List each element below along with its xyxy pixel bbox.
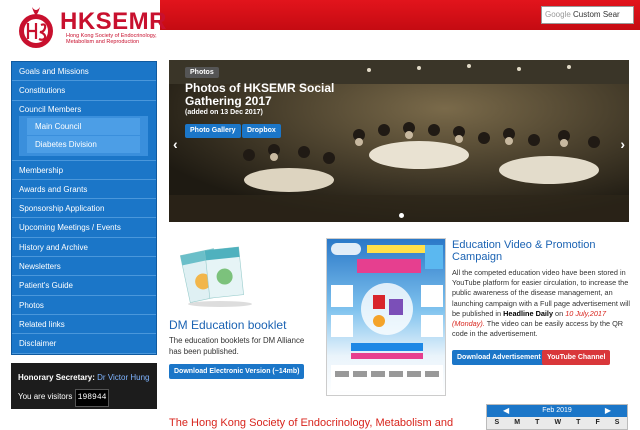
- sidebar-subitem-diabetes-division[interactable]: Diabetes Division: [27, 135, 140, 153]
- calendar-month: Feb 2019: [542, 407, 572, 414]
- education-description: All the competed education video have be…: [452, 268, 632, 339]
- weekday: S: [614, 419, 620, 426]
- carousel-next-icon[interactable]: ›: [620, 136, 625, 152]
- sidebar-item-awards[interactable]: Awards and Grants: [12, 180, 156, 200]
- calendar-header: ◀ Feb 2019 ▶: [487, 405, 627, 417]
- search-placeholder: Custom Sear: [573, 10, 620, 19]
- visitors-row: You are visitors 198944: [18, 388, 150, 407]
- sidebar-item-newsletters[interactable]: Newsletters: [12, 257, 156, 277]
- sidebar-item-patients-guide[interactable]: Patient's Guide: [12, 276, 156, 296]
- sidebar-item-related-links[interactable]: Related links: [12, 315, 156, 335]
- booklet-image: [180, 246, 252, 307]
- weekday: S: [494, 419, 500, 426]
- council-submenu: Main Council Diabetes Division: [19, 115, 148, 156]
- sidebar-item-council-members[interactable]: Council Members Main Council Diabetes Di…: [12, 101, 156, 161]
- site-header: HKSEMR Hong Kong Society of Endocrinolog…: [0, 0, 640, 55]
- photo-gallery-button[interactable]: Photo Gallery: [185, 124, 241, 138]
- dropbox-button[interactable]: Dropbox: [242, 124, 281, 138]
- carousel-category-badge: Photos: [185, 67, 219, 78]
- sidebar-item-disclaimer[interactable]: Disclaimer: [12, 334, 156, 354]
- carousel-title: Photos of HKSEMR Social Gathering 2017: [185, 81, 335, 108]
- weekday: T: [535, 419, 540, 426]
- sidebar-item-label[interactable]: Council Members: [19, 101, 156, 116]
- youtube-channel-button[interactable]: YouTube Channel: [542, 350, 611, 365]
- visitors-label: You are visitors: [18, 391, 73, 401]
- weekday: M: [514, 419, 521, 426]
- carousel-indicator[interactable]: [399, 213, 404, 218]
- weekday: W: [554, 419, 562, 426]
- education-title[interactable]: Education Video & Promotion Campaign: [452, 239, 632, 263]
- photo-carousel[interactable]: Photos Photos of HKSEMR Social Gathering…: [169, 60, 629, 222]
- download-booklet-button[interactable]: Download Electronic Version (~14mb): [169, 364, 305, 379]
- sidebar-subitem-main-council[interactable]: Main Council: [27, 117, 140, 135]
- advertisement-poster[interactable]: [326, 238, 446, 396]
- booklet-title[interactable]: DM Education booklet: [169, 318, 286, 332]
- sidebar-item-membership[interactable]: Membership: [12, 161, 156, 180]
- secretary-label: Honorary Secretary:: [18, 372, 95, 382]
- sidebar-item-sponsorship[interactable]: Sponsorship Application: [12, 199, 156, 219]
- weekday: F: [595, 419, 600, 426]
- carousel-date: (added on 13 Dec 2017): [185, 109, 263, 116]
- society-logo-icon[interactable]: [16, 5, 56, 51]
- sidebar-item-constitutions[interactable]: Constitutions: [12, 81, 156, 101]
- logo-subtitle: Hong Kong Society of Endocrinology, Meta…: [66, 33, 157, 45]
- secretary-row: Honorary Secretary: Dr Victor Hung: [18, 371, 150, 389]
- education-text-c: on: [553, 308, 566, 318]
- sidebar-item-goals[interactable]: Goals and Missions: [12, 62, 156, 82]
- society-heading: The Hong Kong Society of Endocrinology, …: [169, 417, 454, 429]
- sidebar-item-photos[interactable]: Photos: [12, 296, 156, 315]
- calendar-widget: ◀ Feb 2019 ▶ S M T W T F S: [486, 404, 628, 430]
- logo-title[interactable]: HKSEMR: [60, 8, 167, 36]
- sidebar-item-history[interactable]: History and Archive: [12, 238, 156, 258]
- sidebar: Goals and Missions Constitutions Council…: [11, 61, 157, 409]
- calendar-weekdays: S M T W T F S: [487, 417, 627, 429]
- booklet-description: The education booklets for DM Alliance h…: [169, 336, 305, 356]
- visitor-counter: 198944: [74, 388, 110, 407]
- secretary-link[interactable]: Dr Victor Hung: [97, 373, 149, 382]
- weekday: T: [576, 419, 581, 426]
- sidebar-nav: Goals and Missions Constitutions Council…: [11, 61, 157, 355]
- carousel-prev-icon[interactable]: ‹: [173, 136, 178, 152]
- sidebar-item-meetings[interactable]: Upcoming Meetings / Events: [12, 218, 156, 238]
- calendar-prev-icon[interactable]: ◀: [503, 405, 509, 417]
- search-input[interactable]: Google Custom Sear: [541, 6, 634, 24]
- calendar-next-icon[interactable]: ▶: [605, 405, 611, 417]
- secretary-box: Honorary Secretary: Dr Victor Hung You a…: [11, 362, 157, 409]
- education-text-b: Headline Daily: [503, 308, 554, 318]
- download-advertisement-button[interactable]: Download Advertisement: [452, 350, 546, 365]
- search-brand: Google: [545, 10, 571, 19]
